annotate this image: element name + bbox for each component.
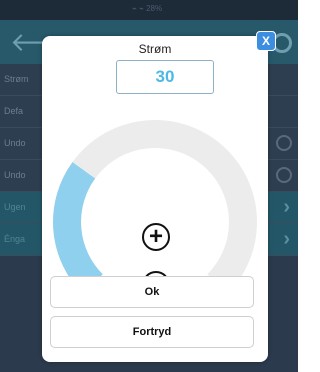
list-item-label: Strøm (4, 74, 29, 84)
dialog-title: Strøm (138, 42, 172, 56)
dial-fill (53, 162, 104, 295)
close-button[interactable]: X (256, 31, 276, 51)
cancel-button[interactable]: Fortryd (50, 316, 254, 348)
increase-button[interactable]: + (142, 223, 170, 251)
chevron-right-icon: › (283, 228, 290, 250)
back-arrow-icon[interactable]: 🡐 (10, 29, 80, 55)
dial-track (53, 119, 257, 295)
screen: ⌁ ⌁ 28% 🡐 Strøm Defa Undo Undo Ugen › Én… (0, 0, 298, 372)
list-item-label: Énga (4, 234, 26, 244)
toggle-icon[interactable] (276, 135, 292, 151)
list-item-label: Defa (4, 106, 24, 116)
toggle-icon[interactable] (276, 167, 292, 183)
list-item-label: Undo (4, 170, 26, 180)
status-indicators: ⌁ ⌁ 28% (132, 4, 163, 13)
ok-button[interactable]: Ok (50, 276, 254, 308)
list-item-label: Ugen (4, 202, 26, 212)
status-bar: ⌁ ⌁ 28% (0, 0, 298, 20)
list-item-label: Undo (4, 138, 26, 148)
power-value-display: 30 (116, 60, 214, 94)
chevron-right-icon: › (283, 196, 290, 218)
power-dialog: Strøm 30 + − Ok Fortryd (42, 36, 268, 362)
